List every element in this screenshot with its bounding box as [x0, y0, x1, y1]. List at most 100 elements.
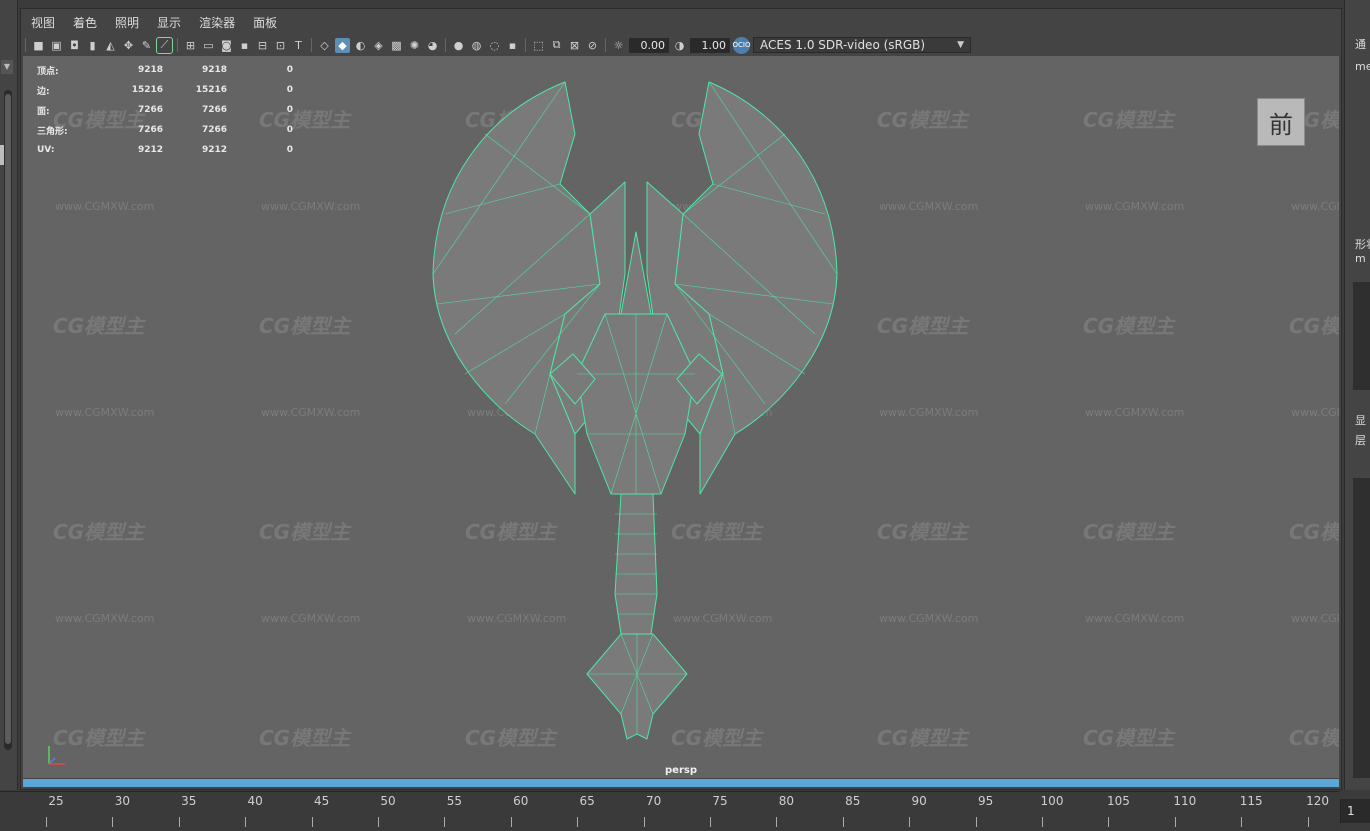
safe-title-icon[interactable]: T	[291, 38, 306, 53]
menu-show[interactable]: 显示	[157, 13, 181, 33]
gamma-icon[interactable]: ◑	[672, 38, 687, 53]
hud-value: 0	[286, 105, 293, 115]
gate-mask-icon[interactable]: ▪	[237, 38, 252, 53]
menu-lighting[interactable]: 照明	[115, 13, 139, 33]
camera-bookmark-icon[interactable]: ◘	[67, 38, 82, 53]
collapse-arrow-icon[interactable]: ▼	[1, 60, 13, 74]
hud-value: 15216	[195, 85, 227, 95]
textured-icon[interactable]: ▩	[389, 38, 404, 53]
xray-icon[interactable]: ⧉	[549, 38, 564, 53]
smooth-shade-icon[interactable]: ◆	[335, 37, 350, 53]
select-camera-icon[interactable]: ■	[31, 38, 46, 53]
pencil-icon[interactable]: ⟋	[156, 36, 173, 54]
frame-tick-label: 25	[48, 794, 64, 808]
toolbar-separator	[25, 38, 26, 52]
ambient-occlusion-icon[interactable]: ●	[451, 38, 466, 53]
anti-aliasing-icon[interactable]: ◌	[487, 38, 502, 53]
frame-tick-label: 30	[114, 794, 131, 808]
menu-shading[interactable]: 着色	[73, 13, 97, 33]
hud-value: 7266	[137, 125, 163, 135]
motion-blur-icon[interactable]: ◍	[469, 38, 484, 53]
use-all-lights-icon[interactable]: ✺	[407, 38, 422, 53]
watermark-logo: CG模型主	[1289, 726, 1339, 750]
inputs-box	[1353, 282, 1370, 390]
color-management-icon[interactable]: OCIO	[733, 36, 751, 54]
isolate-select-icon[interactable]: ⬚	[531, 38, 546, 53]
xray-components-icon[interactable]: ⊘	[585, 38, 600, 53]
toolbar-separator	[445, 38, 446, 52]
safe-action-icon[interactable]: ⊡	[273, 38, 288, 53]
time-slider[interactable]: 25 30 35 40 45 50 55 60 65 70 75 80 85 90 95 100 105 110 1…	[0, 791, 1340, 831]
frame-tick-label: 115	[1239, 794, 1263, 808]
toolbar-separator	[525, 38, 526, 52]
wireframe-on-shaded-icon[interactable]: ◈	[371, 38, 386, 53]
bookmark-icon[interactable]: ▮	[85, 38, 100, 53]
viewport-panel: 视图 着色 照明 显示 渲染器 面板 ■ ▣ ◘ ▮ ◭ ✥ ✎ ⟋ ⊞ ▭ ◙…	[20, 8, 1342, 790]
frame-tick-label: 95	[977, 794, 994, 808]
frame-tick-mark	[245, 817, 247, 827]
exposure-icon[interactable]: ☼	[611, 38, 626, 53]
film-gate-icon[interactable]: ▭	[201, 38, 216, 53]
frame-tick-mark	[444, 817, 446, 827]
exposure-field[interactable]: 0.00	[629, 37, 669, 53]
layers-tab[interactable]: 层	[1355, 432, 1366, 448]
panel-toolbar: ■ ▣ ◘ ▮ ◭ ✥ ✎ ⟋ ⊞ ▭ ◙ ▪ ⊟ ⊡ T ◇ ◆ ◐ ◈ ▩ …	[23, 35, 1339, 55]
frame-tick-mark	[112, 817, 114, 827]
shadows-icon[interactable]: ◕	[425, 38, 440, 53]
camera-name-label: persp	[665, 765, 697, 776]
watermark-url: www.CGMXW.com	[879, 612, 979, 625]
left-scrollbar[interactable]	[4, 90, 12, 750]
frame-tick-mark	[510, 817, 512, 827]
watermark-logo: CG模型主	[1083, 520, 1175, 544]
toolbar-separator	[177, 38, 178, 52]
watermark-logo: CG模型主	[259, 520, 351, 544]
frame-tick-mark	[1307, 817, 1309, 827]
frame-tick-label: 60	[513, 794, 529, 808]
menu-renderer[interactable]: 渲染器	[199, 13, 235, 33]
camera-attributes-icon[interactable]: ▣	[49, 38, 64, 53]
hud-value: 7266	[137, 105, 163, 115]
watermark-url: www.CGMXW.com	[1291, 200, 1339, 213]
frame-tick-label: 50	[380, 794, 396, 808]
3d-viewport[interactable]: CG模型主 www.CGMXW.com CG模型主 www.CGMXW.com CG模型…	[23, 56, 1339, 778]
frame-tick-label: 65	[579, 794, 595, 808]
channel-box-tab[interactable]: 通	[1355, 36, 1366, 52]
current-frame-field[interactable]: 1	[1340, 799, 1370, 823]
depth-of-field-icon[interactable]: ▪	[505, 38, 520, 53]
menu-view[interactable]: 视图	[31, 13, 55, 33]
watermark-logo: CG模型主	[1289, 314, 1339, 338]
resolution-gate-icon[interactable]: ◙	[219, 38, 234, 53]
frame-tick-label: 40	[247, 794, 263, 808]
frame-tick-mark	[311, 817, 313, 827]
watermark-url: www.CGMXW.com	[1291, 406, 1339, 419]
grid-icon[interactable]: ⊞	[183, 38, 198, 53]
2d-pan-zoom-icon[interactable]: ✥	[121, 38, 136, 53]
wireframe-icon[interactable]: ◇	[317, 38, 332, 53]
view-transform-dropdown[interactable]: ACES 1.0 SDR-video (sRGB) ▼	[753, 37, 971, 53]
watermark-url: www.CGMXW.com	[261, 200, 361, 213]
left-scrollbar-thumb[interactable]	[5, 94, 11, 744]
view-transform-value: ACES 1.0 SDR-video (sRGB)	[760, 38, 926, 52]
display-tab[interactable]: 显	[1355, 412, 1366, 428]
axe-wireframe-mesh[interactable]	[425, 74, 845, 744]
frame-tick-label: 105	[1106, 794, 1130, 808]
hud-value: 9212	[137, 145, 163, 155]
view-cube[interactable]: 前	[1257, 98, 1305, 146]
frame-tick-label: 80	[778, 794, 795, 808]
hud-value: 7266	[201, 105, 227, 115]
grease-pencil-icon[interactable]: ✎	[139, 38, 154, 53]
field-chart-icon[interactable]: ⊟	[255, 38, 270, 53]
watermark-url: www.CGMXW.com	[1085, 200, 1185, 213]
hud-value: 9218	[201, 65, 227, 75]
menu-panels[interactable]: 面板	[253, 13, 277, 33]
shapes-label: 形状	[1355, 238, 1370, 251]
hud-label: 顶点:	[37, 66, 59, 77]
frame-tick-label: 100	[1040, 794, 1064, 808]
hud-label: UV:	[37, 145, 55, 155]
hud-value: 9212	[201, 145, 227, 155]
default-material-icon[interactable]: ◐	[353, 38, 368, 53]
gamma-field[interactable]: 1.00	[690, 37, 730, 53]
image-plane-icon[interactable]: ◭	[103, 38, 118, 53]
frame-tick-label: 70	[645, 794, 662, 808]
xray-joints-icon[interactable]: ⊠	[567, 38, 582, 53]
